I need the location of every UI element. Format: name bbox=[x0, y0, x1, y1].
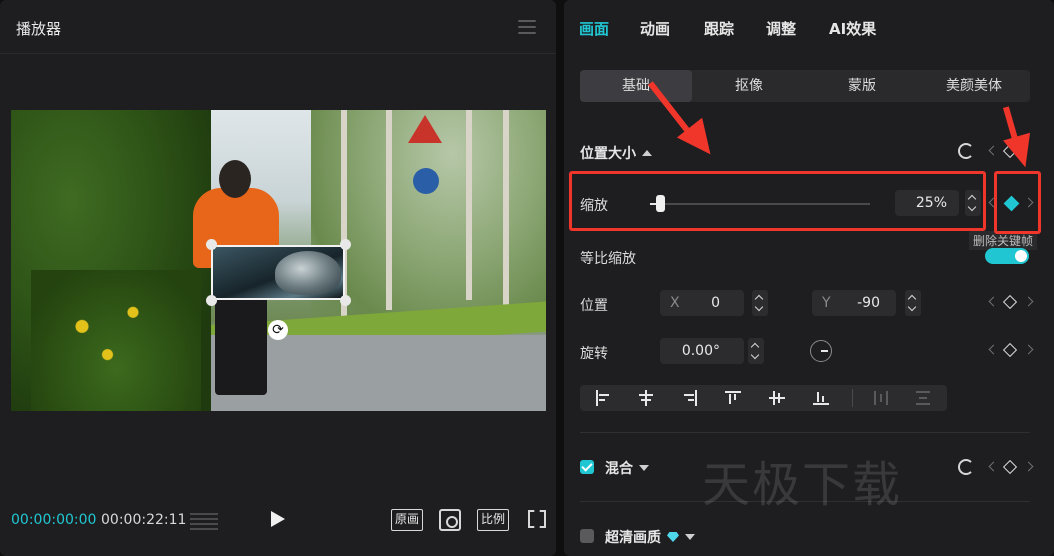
tab-adjust[interactable]: 调整 bbox=[766, 18, 796, 39]
properties-panel: 画面 动画 跟踪 调整 AI效果 基础 抠像 蒙版 美颜美体 位置大小 缩放 2… bbox=[564, 0, 1054, 556]
video-blue-sign bbox=[413, 168, 439, 194]
subtab-mask[interactable]: 蒙版 bbox=[806, 70, 918, 102]
distribute-vertical-icon[interactable] bbox=[914, 389, 932, 407]
align-center-horizontal-icon[interactable] bbox=[637, 389, 655, 407]
blend-label: 混合 bbox=[605, 461, 633, 477]
align-top-icon[interactable] bbox=[724, 389, 742, 407]
hd-quality-label: 超清画质 bbox=[605, 530, 661, 546]
diamond-vip-icon bbox=[667, 532, 679, 542]
expand-icon bbox=[685, 534, 695, 540]
position-y-value: -90 bbox=[857, 295, 880, 311]
aspect-ratio-button[interactable]: 比例 bbox=[477, 509, 510, 531]
rotation-stepper[interactable] bbox=[748, 338, 764, 364]
video-tree-trunk bbox=[503, 110, 509, 310]
prev-keyframe-icon[interactable] bbox=[988, 145, 999, 156]
position-y-input[interactable]: Y -90 bbox=[812, 290, 896, 316]
watermark: 天极下载 bbox=[702, 457, 903, 513]
next-keyframe-icon[interactable] bbox=[1023, 344, 1034, 355]
menu-icon[interactable] bbox=[518, 20, 536, 34]
distribute-horizontal-icon[interactable] bbox=[872, 389, 890, 407]
annotation-box-scale-row bbox=[569, 171, 986, 231]
resize-handle-bottom-left[interactable] bbox=[206, 295, 217, 306]
position-x-stepper[interactable] bbox=[752, 290, 768, 316]
position-x-value: 0 bbox=[711, 295, 720, 311]
position-y-stepper[interactable] bbox=[905, 290, 921, 316]
timeline-grid-icon[interactable] bbox=[190, 510, 218, 530]
rotation-value: 0.00° bbox=[681, 343, 720, 359]
position-x-prefix: X bbox=[670, 295, 680, 311]
play-icon[interactable] bbox=[271, 511, 285, 527]
section-hd-quality[interactable]: 超清画质 bbox=[605, 527, 695, 547]
player-header: 播放器 bbox=[0, 0, 556, 54]
keyframe-icon[interactable] bbox=[1002, 342, 1018, 358]
subtab-bar: 基础 抠像 蒙版 美颜美体 bbox=[580, 70, 1030, 102]
timecode-current: 00:00:00:00 bbox=[11, 512, 97, 528]
divider bbox=[580, 432, 1030, 433]
fullscreen-icon[interactable] bbox=[528, 510, 546, 528]
tab-ai-effects[interactable]: AI效果 bbox=[829, 18, 876, 39]
next-keyframe-icon[interactable] bbox=[1023, 461, 1034, 472]
subtab-cutout[interactable]: 抠像 bbox=[693, 70, 805, 102]
rotation-label: 旋转 bbox=[580, 346, 608, 362]
keyframe-nav-blend[interactable] bbox=[988, 459, 1034, 476]
properties-tabs: 画面 动画 跟踪 调整 AI效果 bbox=[564, 0, 1054, 56]
original-quality-button[interactable]: 原画 bbox=[391, 509, 424, 531]
prev-keyframe-icon[interactable] bbox=[988, 296, 999, 307]
prev-keyframe-icon[interactable] bbox=[988, 344, 999, 355]
hd-quality-checkbox[interactable] bbox=[580, 529, 594, 543]
collapse-icon bbox=[642, 150, 652, 156]
video-person-head bbox=[219, 160, 251, 198]
tab-animation[interactable]: 动画 bbox=[640, 18, 670, 39]
video-flowers bbox=[31, 270, 201, 411]
tab-tracking[interactable]: 跟踪 bbox=[704, 18, 734, 39]
align-left-icon[interactable] bbox=[594, 389, 612, 407]
alignment-toolbar bbox=[580, 385, 947, 411]
rotate-icon[interactable]: ⟳ bbox=[268, 320, 288, 340]
expand-icon bbox=[639, 465, 649, 471]
resize-handle-top-right[interactable] bbox=[340, 239, 351, 250]
resize-handle-top-left[interactable] bbox=[206, 239, 217, 250]
tab-canvas[interactable]: 画面 bbox=[579, 18, 609, 39]
align-bottom-icon[interactable] bbox=[812, 389, 830, 407]
section-position-size-label: 位置大小 bbox=[580, 146, 636, 162]
player-panel: 播放器 ⟳ 00:00:00:00 00:00:22:11 原画 比例 bbox=[0, 0, 556, 556]
player-title: 播放器 bbox=[16, 20, 62, 38]
alignment-separator bbox=[852, 389, 853, 407]
reset-icon[interactable] bbox=[958, 459, 974, 475]
keyframe-icon[interactable] bbox=[1002, 294, 1018, 310]
prev-keyframe-icon[interactable] bbox=[988, 461, 999, 472]
position-label: 位置 bbox=[580, 298, 608, 314]
video-tree-trunk bbox=[386, 110, 392, 310]
reset-icon[interactable] bbox=[958, 143, 974, 159]
video-tree-trunk bbox=[466, 110, 472, 300]
subtab-basic[interactable]: 基础 bbox=[580, 70, 692, 102]
rotation-input[interactable]: 0.00° bbox=[660, 338, 744, 364]
resize-handle-bottom-right[interactable] bbox=[340, 295, 351, 306]
blend-checkbox[interactable] bbox=[580, 460, 594, 474]
timecode-total: 00:00:22:11 bbox=[101, 512, 187, 528]
next-keyframe-icon[interactable] bbox=[1023, 296, 1034, 307]
section-position-size[interactable]: 位置大小 bbox=[580, 143, 652, 163]
keyframe-icon[interactable] bbox=[1002, 459, 1018, 475]
keyframe-nav-position[interactable] bbox=[988, 294, 1034, 311]
uniform-scale-toggle[interactable] bbox=[985, 248, 1029, 264]
player-controls: 00:00:00:00 00:00:22:11 原画 比例 bbox=[0, 500, 556, 540]
align-center-vertical-icon[interactable] bbox=[768, 389, 786, 407]
screenshot-icon[interactable] bbox=[439, 509, 461, 531]
overlay-clip[interactable] bbox=[211, 245, 345, 300]
keyframe-nav-rotation[interactable] bbox=[988, 342, 1034, 359]
uniform-scale-label: 等比缩放 bbox=[580, 251, 636, 267]
position-y-prefix: Y bbox=[822, 295, 831, 311]
section-blend[interactable]: 混合 bbox=[605, 458, 649, 478]
position-x-input[interactable]: X 0 bbox=[660, 290, 744, 316]
subtab-beauty[interactable]: 美颜美体 bbox=[918, 70, 1030, 102]
rotation-dial[interactable] bbox=[810, 340, 832, 362]
annotation-box-keyframe bbox=[994, 171, 1041, 234]
align-right-icon[interactable] bbox=[681, 389, 699, 407]
